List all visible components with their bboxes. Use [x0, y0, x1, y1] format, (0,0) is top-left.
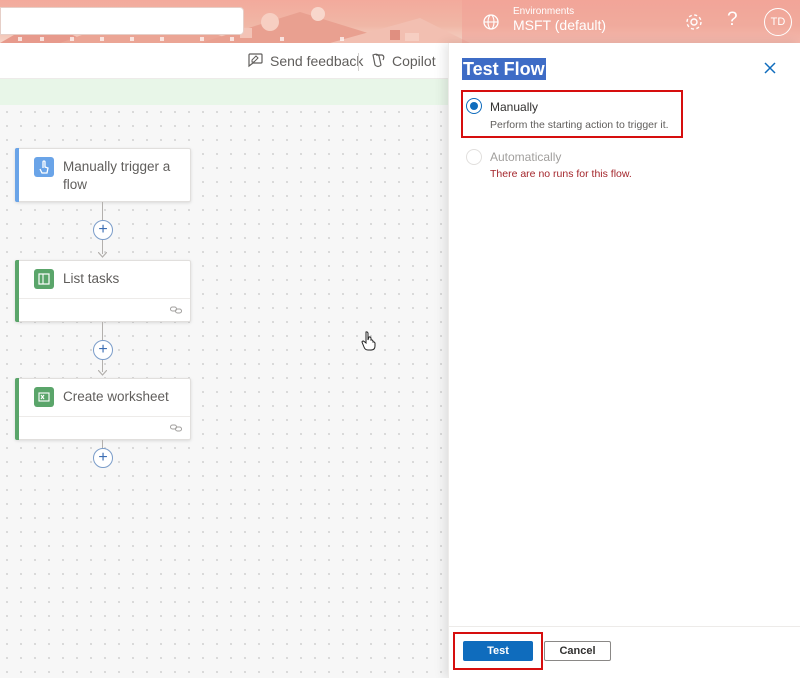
footer-divider: [449, 626, 800, 627]
arrow-down-icon: [98, 252, 107, 258]
card-accent: [15, 260, 19, 322]
automatic-radio: [466, 149, 482, 165]
command-separator: [358, 53, 359, 71]
card-title: Create worksheet: [63, 389, 169, 404]
feedback-icon: [248, 53, 263, 68]
link-icon: [170, 424, 182, 432]
card-title: List tasks: [63, 271, 120, 286]
command-bar: Send feedback Copilot: [0, 43, 448, 79]
arrow-down-icon: [98, 370, 107, 376]
add-step-button[interactable]: +: [93, 448, 113, 468]
manual-radio[interactable]: [466, 98, 482, 114]
automatic-error: There are no runs for this flow.: [490, 168, 632, 180]
close-icon[interactable]: [762, 60, 778, 76]
environment-label: Environments: [513, 6, 575, 17]
planner-icon: [34, 269, 54, 289]
connector-line: [102, 322, 103, 342]
cancel-button[interactable]: Cancel: [544, 641, 611, 661]
gear-icon[interactable]: [684, 12, 704, 32]
card-accent: [15, 148, 19, 202]
copilot-icon: [372, 53, 385, 68]
copilot-label: Copilot: [392, 52, 436, 69]
card-accent: [15, 378, 19, 440]
manual-description: Perform the starting action to trigger i…: [490, 119, 669, 131]
top-banner: Environments MSFT (default) ? TD: [0, 0, 800, 43]
manual-label[interactable]: Manually: [490, 100, 538, 114]
environment-name[interactable]: MSFT (default): [513, 17, 606, 33]
card-manual-trigger[interactable]: Manually trigger a flow: [15, 148, 191, 202]
notification-strip: [0, 79, 448, 105]
add-step-button[interactable]: +: [93, 340, 113, 360]
test-button[interactable]: Test: [463, 641, 533, 661]
card-divider: [19, 298, 190, 299]
connector-line: [102, 440, 103, 448]
panel-title: Test Flow: [462, 58, 546, 80]
send-feedback-label: Send feedback: [270, 52, 364, 69]
environment-icon: [483, 14, 499, 30]
excel-icon: [34, 387, 54, 407]
avatar[interactable]: TD: [764, 8, 792, 36]
touch-trigger-icon: [34, 157, 54, 177]
send-feedback-button[interactable]: Send feedback: [247, 52, 363, 69]
test-flow-panel: Test Flow Manually Perform the starting …: [448, 43, 800, 678]
hand-cursor-icon: [361, 331, 376, 351]
connector-line: [102, 202, 103, 222]
automatic-label: Automatically: [490, 150, 562, 164]
card-title: Manually trigger a flow: [63, 159, 171, 192]
card-list-tasks[interactable]: List tasks: [15, 260, 191, 322]
add-step-button[interactable]: +: [93, 220, 113, 240]
card-divider: [19, 416, 190, 417]
card-create-worksheet[interactable]: Create worksheet: [15, 378, 191, 440]
search-box[interactable]: [0, 7, 244, 35]
link-icon: [170, 306, 182, 314]
copilot-button[interactable]: Copilot: [369, 52, 436, 69]
help-icon[interactable]: ?: [727, 9, 738, 31]
